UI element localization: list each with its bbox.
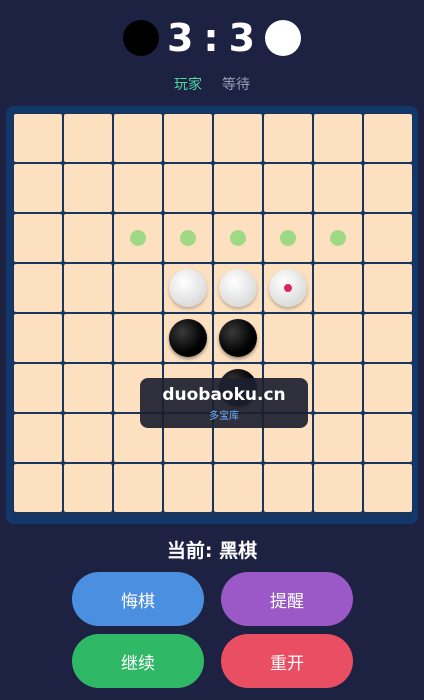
board-cell[interactable]: [114, 214, 162, 262]
board-cell[interactable]: [14, 464, 62, 512]
board-cell[interactable]: [314, 264, 362, 312]
black-score: 3: [166, 16, 196, 60]
black-stone: [219, 319, 257, 357]
board-cell[interactable]: [64, 414, 112, 462]
continue-button[interactable]: 继续: [72, 634, 204, 688]
white-score: 3: [228, 16, 258, 60]
player-label: 玩家: [174, 77, 202, 93]
board-cell[interactable]: [164, 264, 212, 312]
undo-button[interactable]: 悔棋: [72, 572, 204, 626]
score-separator: :: [203, 16, 221, 60]
board-cell[interactable]: [214, 264, 262, 312]
board-cell[interactable]: [64, 364, 112, 412]
black-stone-icon: [122, 20, 159, 56]
current-turn: 当前: 黑棋: [166, 540, 258, 562]
board-cell[interactable]: [364, 164, 412, 212]
board-cell[interactable]: [364, 264, 412, 312]
board-cell[interactable]: [214, 164, 262, 212]
board-cell[interactable]: [164, 314, 212, 362]
valid-move-hint[interactable]: [280, 230, 296, 246]
board-cell[interactable]: [364, 464, 412, 512]
board-cell[interactable]: [364, 364, 412, 412]
board-cell[interactable]: [14, 164, 62, 212]
board-cell[interactable]: [164, 214, 212, 262]
board-cell[interactable]: [64, 314, 112, 362]
board-cell[interactable]: [64, 214, 112, 262]
valid-move-hint[interactable]: [180, 230, 196, 246]
board-cell[interactable]: [14, 214, 62, 262]
board-cell[interactable]: [64, 164, 112, 212]
board-cell[interactable]: [364, 214, 412, 262]
board-cell[interactable]: [14, 314, 62, 362]
board-cell[interactable]: [164, 464, 212, 512]
board-cell[interactable]: [114, 314, 162, 362]
board-cell[interactable]: [14, 114, 62, 162]
board-cell[interactable]: [14, 264, 62, 312]
board-cell[interactable]: [314, 314, 362, 362]
watermark-sub: 多宝库: [209, 410, 239, 422]
hint-button[interactable]: 提醒: [221, 572, 353, 626]
board-cell[interactable]: [164, 114, 212, 162]
board-cell[interactable]: [114, 114, 162, 162]
board-cell[interactable]: [214, 214, 262, 262]
board-cell[interactable]: [114, 464, 162, 512]
board-cell[interactable]: [14, 364, 62, 412]
board-cell[interactable]: [214, 114, 262, 162]
white-stone-icon: [265, 20, 302, 56]
board-cell[interactable]: [214, 464, 262, 512]
valid-move-hint[interactable]: [130, 230, 146, 246]
board-cell[interactable]: [114, 264, 162, 312]
board-cell[interactable]: [164, 164, 212, 212]
white-stone: [219, 269, 257, 307]
valid-move-hint[interactable]: [230, 230, 246, 246]
game-board: [6, 106, 418, 524]
valid-move-hint[interactable]: [330, 230, 346, 246]
black-stone: [169, 319, 207, 357]
board-cell[interactable]: [64, 264, 112, 312]
watermark: duobaoku.cn 多宝库: [140, 378, 308, 428]
board-cell[interactable]: [114, 164, 162, 212]
watermark-main: duobaoku.cn: [162, 384, 286, 405]
turn-status: 玩家 等待: [0, 74, 424, 94]
board-cell[interactable]: [264, 464, 312, 512]
white-stone: [269, 269, 307, 307]
board-cell[interactable]: [14, 414, 62, 462]
board-cell[interactable]: [314, 364, 362, 412]
board-cell[interactable]: [64, 114, 112, 162]
board-cell[interactable]: [214, 314, 262, 362]
board-grid: [12, 112, 412, 518]
board-cell[interactable]: [314, 114, 362, 162]
board-cell[interactable]: [314, 464, 362, 512]
white-stone: [169, 269, 207, 307]
restart-button[interactable]: 重开: [221, 634, 353, 688]
board-cell[interactable]: [364, 414, 412, 462]
board-cell[interactable]: [314, 164, 362, 212]
board-cell[interactable]: [364, 114, 412, 162]
board-cell[interactable]: [264, 114, 312, 162]
board-cell[interactable]: [64, 464, 112, 512]
waiting-label: 等待: [222, 77, 250, 93]
board-cell[interactable]: [314, 214, 362, 262]
score-bar: 3 : 3: [0, 16, 424, 60]
board-cell[interactable]: [264, 214, 312, 262]
board-cell[interactable]: [314, 414, 362, 462]
board-cell[interactable]: [264, 164, 312, 212]
board-cell[interactable]: [264, 264, 312, 312]
board-cell[interactable]: [264, 314, 312, 362]
board-cell[interactable]: [364, 314, 412, 362]
